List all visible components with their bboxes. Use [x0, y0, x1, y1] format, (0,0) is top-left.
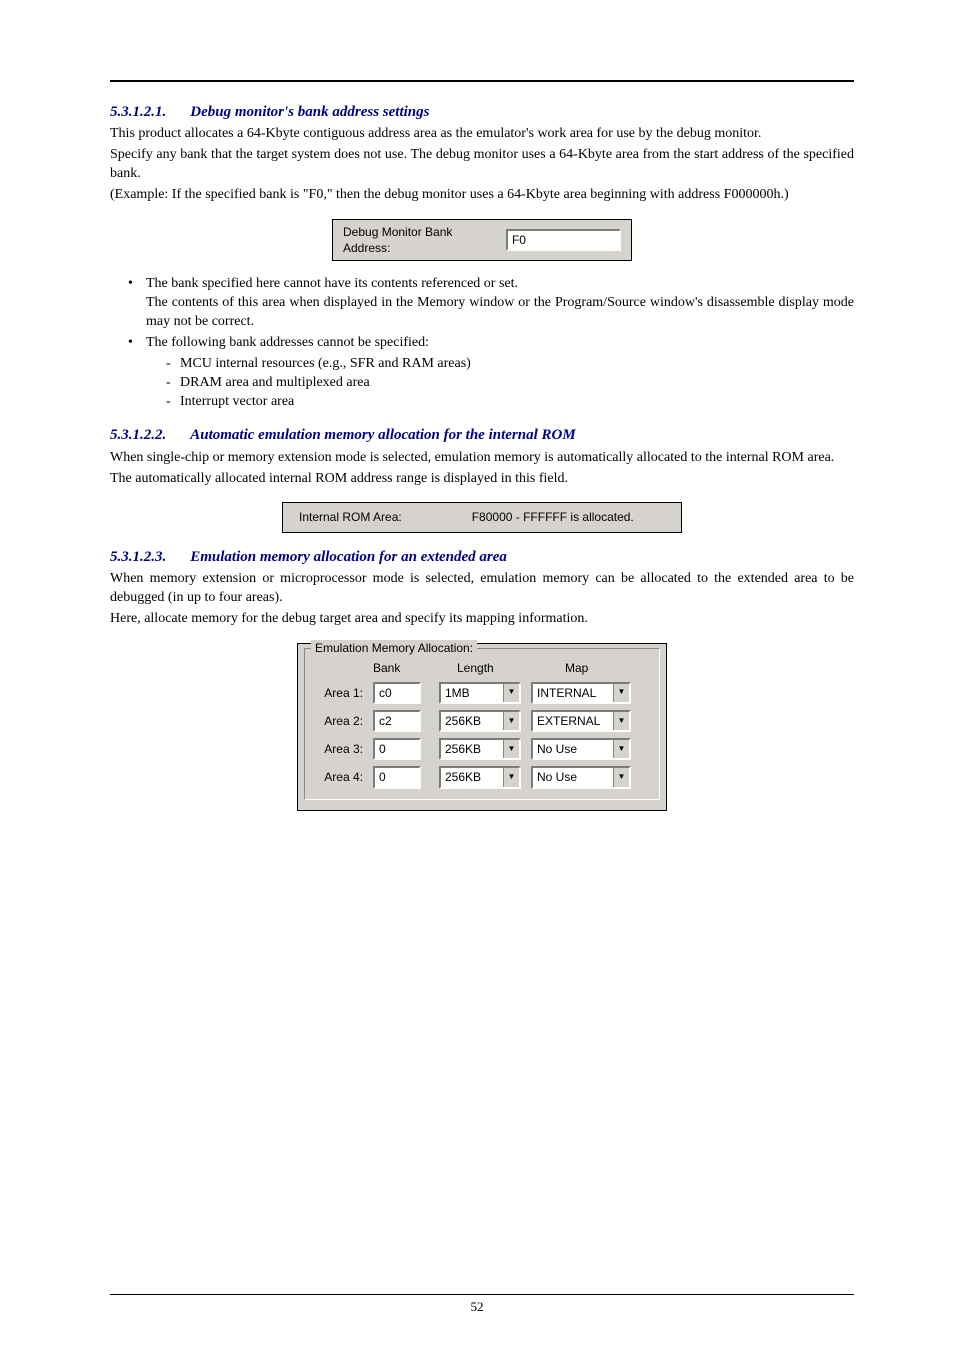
area1-map-select[interactable]: INTERNAL▼ [531, 682, 631, 704]
fig-label: Debug Monitor Bank Address: [343, 224, 498, 256]
dash-icon: - [166, 355, 180, 374]
bullet-line: The contents of this area when displayed… [146, 295, 854, 329]
select-value: 1MB [441, 684, 503, 702]
bullet-line: The following bank addresses cannot be s… [146, 335, 429, 350]
area-label: Area 4: [315, 769, 363, 785]
select-value: INTERNAL [533, 684, 613, 702]
heading-title: Automatic emulation memory allocation fo… [190, 427, 575, 443]
area3-map-select[interactable]: No Use▼ [531, 738, 631, 760]
area-row: Area 2: c2 256KB▼ EXTERNAL▼ [315, 710, 649, 732]
area4-map-select[interactable]: No Use▼ [531, 766, 631, 788]
chevron-down-icon: ▼ [613, 740, 629, 758]
bullet-icon: • [128, 275, 146, 294]
col-header-map: Map [565, 660, 588, 676]
select-value: EXTERNAL [533, 712, 613, 730]
area4-bank-input[interactable]: 0 [373, 766, 421, 788]
list-item: -Interrupt vector area [166, 393, 854, 412]
chevron-down-icon: ▼ [503, 684, 519, 702]
chevron-down-icon: ▼ [503, 740, 519, 758]
area3-length-select[interactable]: 256KB▼ [439, 738, 521, 760]
area2-bank-input[interactable]: c2 [373, 710, 421, 732]
dash-icon: - [166, 374, 180, 393]
heading-5-3-1-2-1: 5.3.1.2.1. Debug monitor's bank address s… [110, 102, 854, 122]
col-header-bank: Bank [373, 660, 421, 676]
dash-list: -MCU internal resources (e.g., SFR and R… [166, 355, 854, 412]
figure-internal-rom-area: Internal ROM Area: F80000 - FFFFFF is al… [110, 502, 854, 532]
heading-title: Debug monitor's bank address settings [190, 104, 429, 120]
area1-bank-input[interactable]: c0 [373, 682, 421, 704]
heading-num: 5.3.1.2.3. [110, 549, 166, 565]
bullet-icon: • [128, 334, 146, 353]
select-value: No Use [533, 768, 613, 786]
area3-bank-input[interactable]: 0 [373, 738, 421, 760]
area4-length-select[interactable]: 256KB▼ [439, 766, 521, 788]
figure-emulation-memory-allocation: Emulation Memory Allocation: Bank Length… [110, 643, 854, 811]
top-rule [110, 80, 854, 82]
chevron-down-icon: ▼ [613, 684, 629, 702]
bullet-text: The following bank addresses cannot be s… [146, 334, 854, 412]
select-value: 256KB [441, 712, 503, 730]
dash-text: DRAM area and multiplexed area [180, 374, 370, 393]
area1-length-select[interactable]: 1MB▼ [439, 682, 521, 704]
chevron-down-icon: ▼ [613, 712, 629, 730]
select-value: 256KB [441, 768, 503, 786]
heading-num: 5.3.1.2.2. [110, 427, 166, 443]
heading-5-3-1-2-3: 5.3.1.2.3. Emulation memory allocation fo… [110, 547, 854, 567]
paragraph: Specify any bank that the target system … [110, 146, 854, 184]
list-item: • The following bank addresses cannot be… [128, 334, 854, 412]
paragraph: The automatically allocated internal ROM… [110, 470, 854, 489]
area2-map-select[interactable]: EXTERNAL▼ [531, 710, 631, 732]
area-label: Area 1: [315, 685, 363, 701]
select-value: 256KB [441, 740, 503, 758]
select-value: No Use [533, 740, 613, 758]
area2-length-select[interactable]: 256KB▼ [439, 710, 521, 732]
bullet-line: The bank specified here cannot have its … [146, 276, 518, 291]
chevron-down-icon: ▼ [503, 768, 519, 786]
debug-monitor-bank-input[interactable]: F0 [506, 229, 621, 251]
heading-num: 5.3.1.2.1. [110, 104, 166, 120]
area-label: Area 2: [315, 713, 363, 729]
paragraph: (Example: If the specified bank is "F0,"… [110, 186, 854, 205]
groupbox-legend: Emulation Memory Allocation: [311, 640, 477, 656]
dash-text: Interrupt vector area [180, 393, 294, 412]
area-row: Area 3: 0 256KB▼ No Use▼ [315, 738, 649, 760]
bullet-text: The bank specified here cannot have its … [146, 275, 854, 332]
dash-icon: - [166, 393, 180, 412]
footer-rule [110, 1294, 854, 1295]
fig-label: Internal ROM Area: [299, 509, 402, 525]
emulation-memory-groupbox: Emulation Memory Allocation: Bank Length… [297, 643, 667, 811]
list-item: -MCU internal resources (e.g., SFR and R… [166, 355, 854, 374]
area-row: Area 4: 0 256KB▼ No Use▼ [315, 766, 649, 788]
list-item: • The bank specified here cannot have it… [128, 275, 854, 332]
chevron-down-icon: ▼ [503, 712, 519, 730]
groupbox-header-row: Bank Length Map [373, 660, 649, 676]
dash-text: MCU internal resources (e.g., SFR and RA… [180, 355, 471, 374]
heading-title: Emulation memory allocation for an exten… [190, 549, 507, 565]
fig-value: F80000 - FFFFFF is allocated. [472, 509, 634, 525]
list-item: -DRAM area and multiplexed area [166, 374, 854, 393]
area-label: Area 3: [315, 741, 363, 757]
figure-debug-monitor-bank: Debug Monitor Bank Address: F0 [110, 219, 854, 261]
paragraph: When single-chip or memory extension mod… [110, 449, 854, 468]
heading-5-3-1-2-2: 5.3.1.2.2. Automatic emulation memory all… [110, 425, 854, 445]
chevron-down-icon: ▼ [613, 768, 629, 786]
paragraph: This product allocates a 64-Kbyte contig… [110, 125, 854, 144]
page-number: 52 [0, 1298, 954, 1316]
area-row: Area 1: c0 1MB▼ INTERNAL▼ [315, 682, 649, 704]
col-header-length: Length [457, 660, 529, 676]
bullet-list: • The bank specified here cannot have it… [128, 275, 854, 411]
paragraph: When memory extension or microprocessor … [110, 570, 854, 608]
paragraph: Here, allocate memory for the debug targ… [110, 610, 854, 629]
